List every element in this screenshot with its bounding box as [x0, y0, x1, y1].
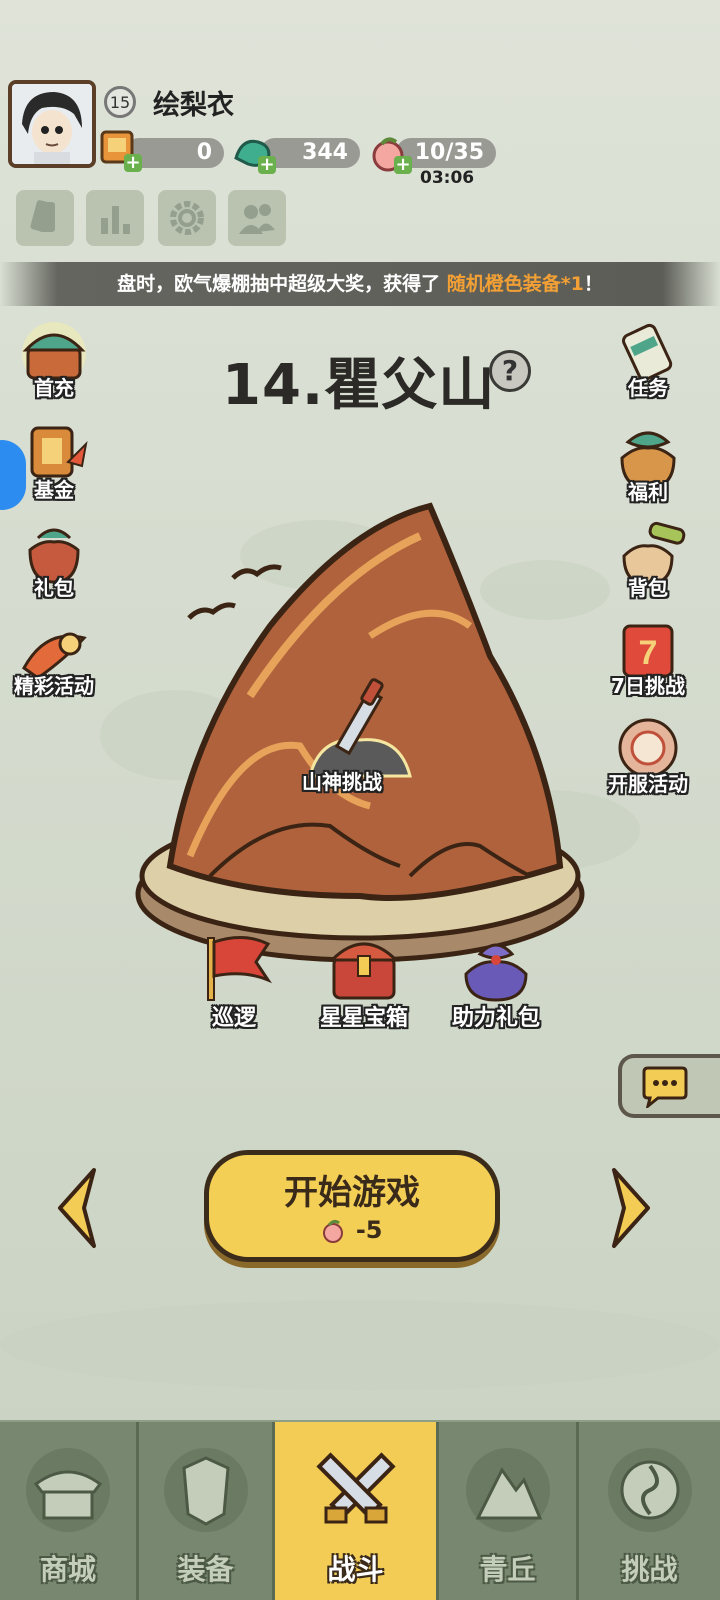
- side-label: 背包: [628, 576, 668, 600]
- announcement-marquee: 盘时，欧气爆棚抽中超级大奖，获得了 随机橙色装备*1！: [0, 262, 720, 306]
- side-backpack[interactable]: 背包: [598, 520, 698, 601]
- add-jade-button[interactable]: +: [258, 156, 276, 174]
- side-label: 7日挑战: [611, 674, 685, 698]
- friends-button[interactable]: [228, 190, 286, 246]
- side-first-recharge[interactable]: 首充: [4, 320, 104, 401]
- tab-label: 战斗: [327, 1553, 384, 1586]
- settings-button[interactable]: [158, 190, 216, 246]
- friends-icon: [239, 204, 275, 234]
- marquee-highlight: 随机橙色装备*1: [446, 273, 584, 295]
- player-name: 绘梨衣: [153, 90, 234, 121]
- mountain-icon: [465, 1448, 550, 1532]
- player-avatar[interactable]: [8, 80, 96, 168]
- svg-text:7: 7: [639, 634, 658, 672]
- peach-stamina-icon: [323, 1219, 344, 1243]
- marquee-suffix: ！: [583, 273, 603, 295]
- jade-value: 344: [302, 140, 348, 165]
- side-label: 首充: [34, 376, 74, 400]
- card-icon: [30, 200, 55, 232]
- tab-battle[interactable]: 战斗: [272, 1422, 436, 1600]
- help-button[interactable]: ?: [489, 350, 531, 392]
- side-gift[interactable]: 礼包: [4, 520, 104, 601]
- tab-label: 青丘: [479, 1553, 536, 1586]
- tab-label: 挑战: [621, 1553, 678, 1586]
- tab-qingqiu[interactable]: 青丘: [436, 1422, 576, 1600]
- tab-challenge[interactable]: 挑战: [576, 1422, 720, 1600]
- chat-bubble-icon: [642, 1066, 688, 1108]
- ranking-button[interactable]: [86, 190, 144, 246]
- tab-equipment[interactable]: 装备: [136, 1422, 272, 1600]
- settings-gear-icon: [170, 201, 204, 235]
- patrol-flag-icon: [207, 936, 272, 1001]
- start-game-label: 开始游戏: [284, 1173, 420, 1213]
- star-chest-icon: [328, 942, 400, 1000]
- card-button[interactable]: [16, 190, 74, 246]
- player-level-badge: 15: [104, 86, 136, 118]
- side-server-event[interactable]: 开服活动: [598, 716, 698, 797]
- armor-icon: [163, 1448, 248, 1532]
- star-chest-label: 星星宝箱: [319, 1006, 408, 1031]
- tab-shop[interactable]: 商城: [0, 1422, 136, 1600]
- stamina-value: 10/35: [414, 140, 484, 165]
- side-label: 礼包: [34, 576, 74, 600]
- add-stamina-button[interactable]: +: [394, 156, 412, 174]
- patrol-label: 巡逻: [211, 1006, 256, 1031]
- side-welfare[interactable]: 福利: [598, 424, 698, 505]
- side-label: 任务: [628, 376, 668, 400]
- challenge-orb-icon: [607, 1448, 692, 1532]
- tab-label: 商城: [39, 1553, 96, 1586]
- start-cost: -5: [209, 1216, 495, 1244]
- support-gift-label: 助力礼包: [451, 1006, 540, 1031]
- chat-button[interactable]: [618, 1054, 720, 1118]
- stamina-timer: 03:06: [420, 168, 475, 188]
- shop-icon: [26, 1448, 110, 1532]
- side-label: 精彩活动: [14, 674, 94, 698]
- star-chest-button[interactable]: 星星宝箱: [312, 932, 416, 1032]
- prev-stage-arrow[interactable]: [52, 1166, 102, 1250]
- start-game-button[interactable]: 开始游戏 -5: [204, 1150, 500, 1262]
- stage-title: 14.瞿父山: [222, 353, 496, 418]
- side-label: 福利: [628, 480, 668, 504]
- ranking-icon: [101, 206, 130, 234]
- side-seven-day[interactable]: 7 7日挑战: [598, 618, 698, 699]
- side-label: 开服活动: [608, 772, 688, 796]
- boss-challenge-label: 山神挑战: [302, 770, 382, 794]
- support-gift-icon: [464, 943, 528, 1002]
- next-stage-arrow[interactable]: [606, 1166, 656, 1250]
- patrol-button[interactable]: 巡逻: [186, 932, 282, 1032]
- marquee-text: 盘时，欧气爆棚抽中超级大奖，获得了: [117, 273, 447, 295]
- side-task[interactable]: 任务: [598, 320, 698, 401]
- coupon-value: 0: [196, 140, 212, 165]
- start-cost-value: -5: [355, 1216, 383, 1244]
- side-events[interactable]: 精彩活动: [4, 618, 104, 699]
- add-coupon-button[interactable]: +: [124, 154, 142, 172]
- tab-label: 装备: [177, 1553, 234, 1586]
- support-gift-button[interactable]: 助力礼包: [444, 932, 548, 1032]
- crossed-swords-icon: [315, 1452, 396, 1524]
